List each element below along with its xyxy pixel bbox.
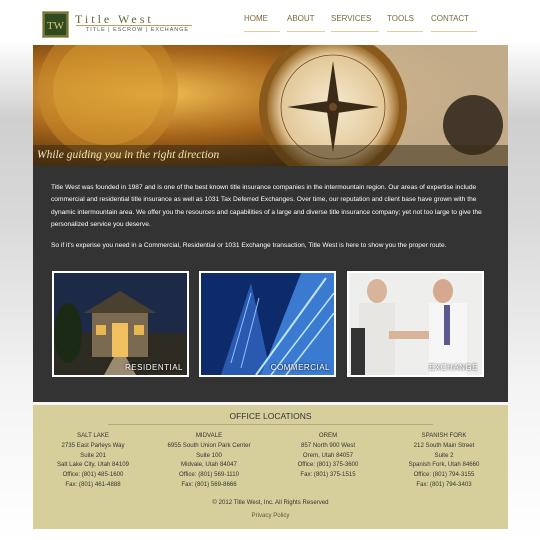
nav-contact[interactable]: CONTACT xyxy=(431,14,477,32)
office-phone: Office: (801) 375-3600 xyxy=(297,461,359,469)
logo-divider xyxy=(76,25,192,26)
office-citystate: Salt Lake City, Utah 84109 xyxy=(56,461,130,469)
office-address: 212 South Main Street xyxy=(413,441,475,449)
office-suite: Suite 2 xyxy=(434,451,454,459)
office-address: 6955 South Union Park Center xyxy=(167,441,251,449)
office-citystate: Midvale, Utah 84047 xyxy=(181,461,237,469)
nav-services[interactable]: SERVICES xyxy=(331,14,379,32)
svg-text:TW: TW xyxy=(47,20,65,32)
office-salt-lake: SALT LAKE 2735 East Parleys Way Suite 20… xyxy=(38,431,148,490)
commercial-label: COMMERCIAL xyxy=(270,363,330,372)
office-suite: Suite 201 xyxy=(80,451,106,459)
commercial-photo xyxy=(201,273,334,375)
office-locations-title: OFFICE LOCATIONS xyxy=(229,411,312,421)
office-phone: Office: (801) 569-1110 xyxy=(179,471,239,479)
office-address: 2735 East Parleys Way xyxy=(61,441,125,449)
nav-about[interactable]: ABOUT xyxy=(287,14,325,32)
residential-label: RESIDENTIAL xyxy=(125,363,183,372)
intro-paragraph: Title West was founded in 1987 and is on… xyxy=(51,184,482,228)
office-suite: Suite 100 xyxy=(196,451,222,459)
office-midvale: MIDVALE 6955 South Union Park Center Sui… xyxy=(154,431,264,490)
logo-mark[interactable]: TW xyxy=(42,11,69,38)
exchange-tile[interactable]: EXCHANGE xyxy=(347,271,484,377)
office-citystate: Orem, Utah 84057 xyxy=(302,451,354,459)
exchange-photo xyxy=(349,273,482,375)
hero-tagline: While guiding you in the right direction xyxy=(37,149,220,161)
office-phone: Office: (801) 794-3155 xyxy=(413,471,475,479)
office-city: OREM xyxy=(318,432,338,439)
nav-tools[interactable]: TOOLS xyxy=(387,14,423,32)
residential-tile[interactable]: RESIDENTIAL xyxy=(52,271,189,377)
intro-route-paragraph: So if it's experise you need in a Commer… xyxy=(51,242,447,249)
office-locations: OFFICE LOCATIONS SALT LAKE 2735 East Par… xyxy=(33,405,508,529)
office-city: SALT LAKE xyxy=(77,432,109,439)
hero-banner: While guiding you in the right direction xyxy=(33,45,508,166)
office-address: 857 North 900 West xyxy=(300,441,356,449)
commercial-tile[interactable]: COMMERCIAL xyxy=(199,271,336,377)
main-content: While guiding you in the right direction… xyxy=(33,45,508,402)
office-city: SPANISH FORK xyxy=(421,432,467,439)
office-spanish-fork: SPANISH FORK 212 South Main Street Suite… xyxy=(389,431,499,490)
privacy-policy-link[interactable]: Privacy Policy xyxy=(33,512,508,519)
nav-home[interactable]: HOME xyxy=(244,14,280,32)
logo-subtitle: TITLE | ESCROW | EXCHANGE xyxy=(86,27,189,33)
office-fax: Fax: (801) 794-3403 xyxy=(416,480,472,488)
residential-photo xyxy=(54,273,187,375)
copyright-text: © 2012 Title West, Inc. All Rights Reser… xyxy=(212,499,329,506)
office-fax: Fax: (801) 461-4888 xyxy=(65,480,121,488)
office-divider xyxy=(108,424,433,425)
site-header: TW Title West TITLE | ESCROW | EXCHANGE … xyxy=(0,0,540,44)
compass-hero-image xyxy=(33,45,508,166)
office-city: MIDVALE xyxy=(195,432,223,439)
office-fax: Fax: (801) 375-1515 xyxy=(300,471,356,479)
exchange-label: EXCHANGE xyxy=(429,363,478,372)
office-citystate: Spanish Fork, Utah 84660 xyxy=(408,461,480,469)
office-orem: OREM 857 North 900 West Orem, Utah 84057… xyxy=(273,431,383,480)
office-fax: Fax: (801) 569-8666 xyxy=(181,480,237,488)
office-phone: Office: (801) 485-1600 xyxy=(62,471,124,479)
